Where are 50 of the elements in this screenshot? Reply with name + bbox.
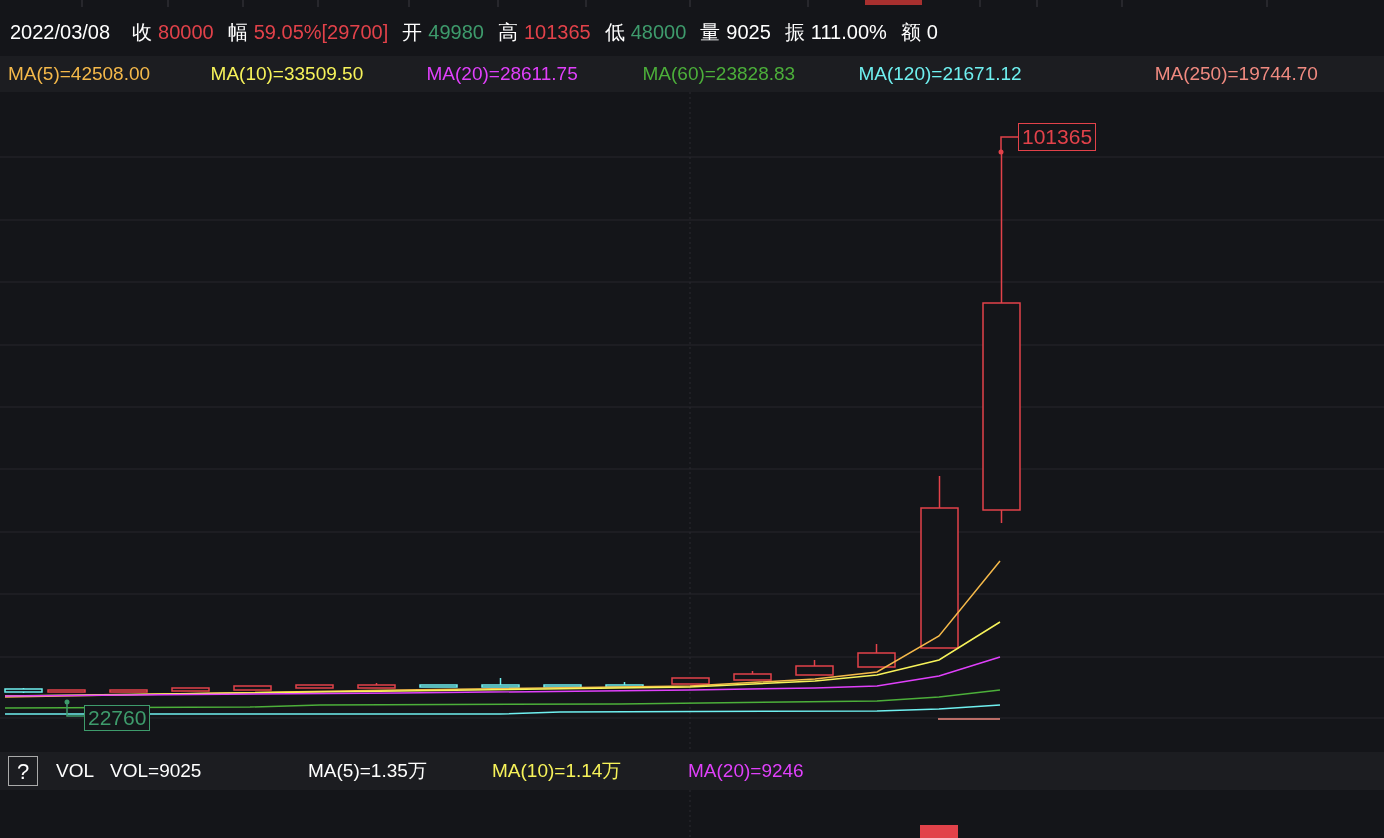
candlestick	[795, 659, 834, 676]
field-label: 量	[700, 20, 721, 45]
indicator-value: MA(20)=9246	[688, 758, 805, 783]
price-label: 101365	[1018, 123, 1097, 151]
moving-average-value: MA(120)=21671.12	[858, 61, 1023, 86]
field-value: 111.00%	[810, 20, 887, 45]
marker-dot	[998, 149, 1004, 155]
field-label: 收	[132, 20, 153, 45]
field-value: 59.05%[29700]	[253, 20, 389, 45]
field-value: 48000	[630, 20, 687, 45]
candlestick	[671, 677, 710, 685]
candlestick	[4, 687, 43, 694]
field-value: 0	[926, 20, 938, 45]
field-label: 振	[784, 20, 805, 45]
field-value: 49980	[428, 20, 484, 45]
candlestick	[481, 677, 520, 688]
volume-bar	[920, 825, 958, 838]
indicator-title: VOL	[56, 758, 95, 783]
field-label: 幅	[227, 20, 248, 45]
candlestick	[733, 670, 772, 681]
candlestick	[47, 689, 86, 693]
field-value: 9025	[726, 20, 771, 45]
candlestick	[543, 684, 582, 688]
price-label: 22760	[84, 705, 151, 731]
marker-dot	[64, 699, 70, 705]
candlestick	[419, 684, 458, 688]
date-text: 2022/03/08	[10, 20, 111, 45]
moving-average-value: MA(20)=28611.75	[426, 61, 579, 86]
indicator-value: MA(5)=1.35万	[308, 758, 428, 783]
moving-average-value: MA(250)=19744.70	[1154, 61, 1319, 86]
indicator-value: MA(10)=1.14万	[492, 758, 623, 783]
moving-average-value: MA(10)=33509.50	[210, 61, 365, 86]
indicator-value: VOL=9025	[110, 758, 203, 783]
field-label: 额	[900, 20, 921, 45]
field-value: 80000	[158, 20, 214, 45]
candlestick	[857, 643, 896, 668]
help-button[interactable]: ?	[8, 756, 38, 786]
moving-average-value: MA(5)=42508.00	[8, 61, 152, 86]
candlestick	[171, 687, 210, 692]
candlestick	[109, 689, 148, 693]
field-label: 低	[604, 20, 625, 45]
field-value: 101365	[523, 20, 591, 45]
candlestick	[233, 685, 272, 691]
field-label: 高	[497, 20, 518, 45]
field-label: 开	[402, 20, 423, 45]
moving-average-line	[937, 718, 1001, 720]
moving-average-value: MA(60)=23828.83	[642, 61, 797, 86]
candlestick	[357, 682, 396, 689]
candlestick	[605, 681, 644, 688]
candlestick	[295, 684, 334, 689]
